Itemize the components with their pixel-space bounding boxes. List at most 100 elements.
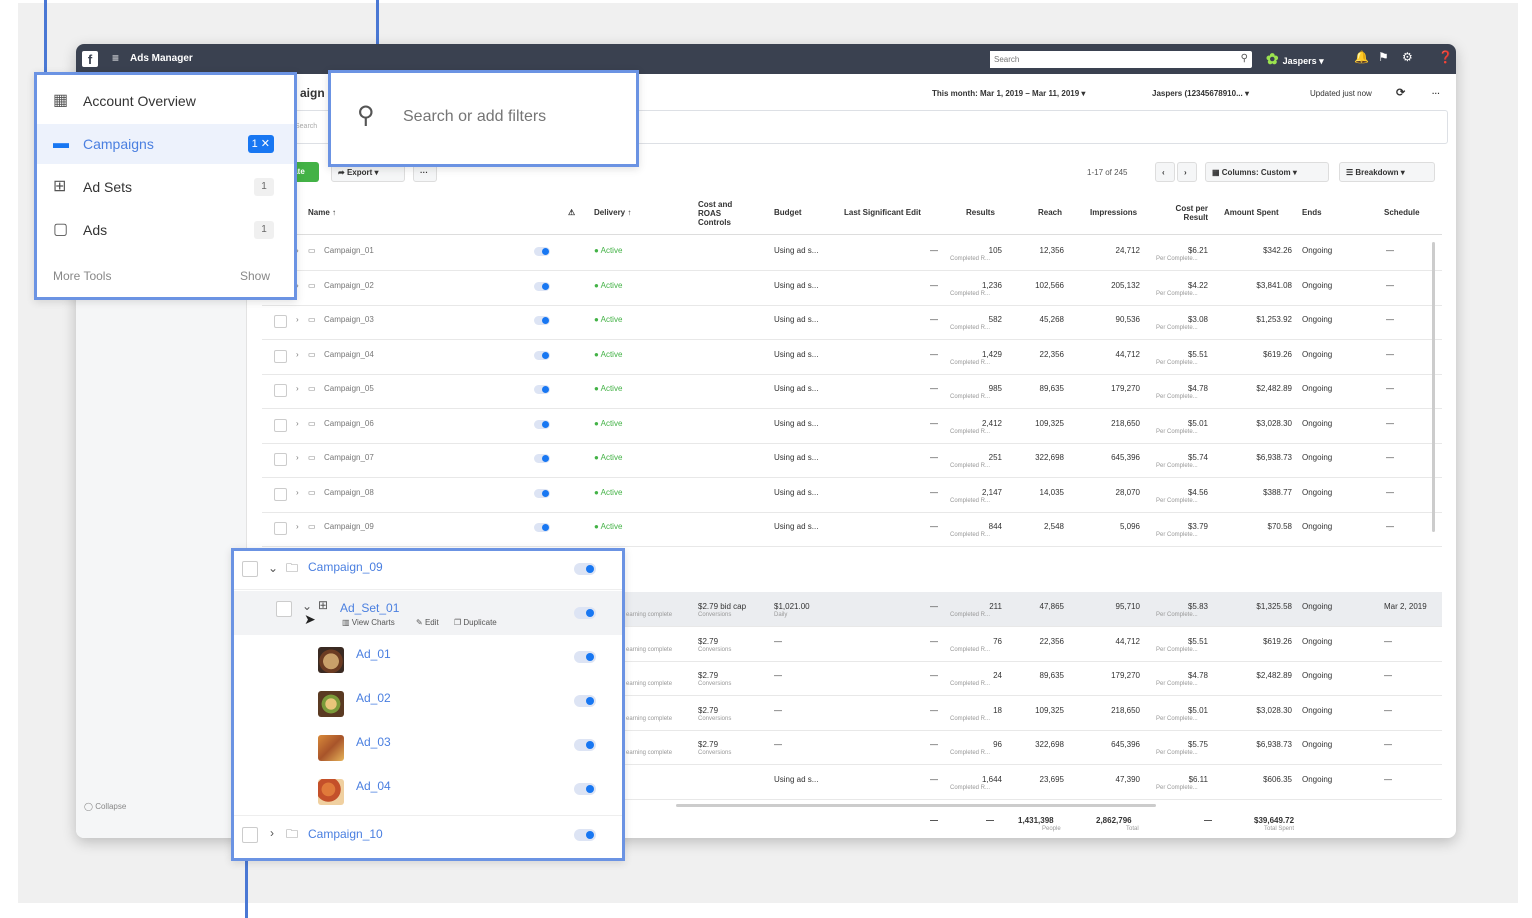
- campaign-toggle[interactable]: [534, 385, 550, 394]
- campaign-09-checkbox[interactable]: [242, 561, 258, 577]
- campaign-name[interactable]: Campaign_02: [324, 281, 374, 290]
- campaign-name[interactable]: Campaign_01: [324, 246, 374, 255]
- flag-icon[interactable]: ⚑: [1378, 50, 1389, 64]
- chevron-right-icon[interactable]: ›: [296, 453, 299, 462]
- gear-icon[interactable]: ⚙: [1402, 50, 1413, 64]
- col-header-budget[interactable]: Budget: [774, 208, 802, 217]
- edit-link[interactable]: ✎ Edit: [416, 618, 439, 627]
- more-options-icon[interactable]: ···: [1432, 89, 1440, 98]
- row-checkbox[interactable]: [274, 384, 287, 397]
- refresh-icon[interactable]: ⟳: [1396, 86, 1405, 99]
- ad-01-toggle[interactable]: [574, 651, 596, 663]
- row-checkbox[interactable]: [274, 453, 287, 466]
- col-header-impressions[interactable]: Impressions: [1090, 208, 1137, 217]
- nav-item-campaigns[interactable]: ▬ Campaigns 1 ✕: [37, 124, 294, 164]
- bell-icon[interactable]: 🔔: [1354, 50, 1369, 64]
- table-row[interactable]: › ▭ Campaign_03 ● Active Using ad s... — 582 Co…: [262, 305, 1442, 340]
- tree-row-ad-04[interactable]: Ad_04: [234, 771, 622, 816]
- horizontal-scrollbar[interactable]: [676, 804, 1156, 807]
- ad-04-name[interactable]: Ad_04: [356, 779, 391, 793]
- ad-set-01-checkbox[interactable]: [276, 601, 292, 617]
- campaign-toggle[interactable]: [534, 350, 550, 360]
- campaign-toggle[interactable]: [534, 419, 550, 429]
- ad-03-name[interactable]: Ad_03: [356, 735, 391, 749]
- account-switcher[interactable]: ✿ Jaspers ▾: [1266, 50, 1324, 68]
- table-row[interactable]: › ▭ Campaign_02 ● Active Using ad s... —1,236…: [262, 271, 1442, 306]
- campaign-name[interactable]: Campaign_03: [324, 315, 374, 324]
- breakdown-button[interactable]: ☰ Breakdown ▾: [1339, 162, 1435, 182]
- chevron-down-icon[interactable]: ⌄: [268, 561, 278, 575]
- tree-row-campaign-09[interactable]: ⌄ 🗀 Campaign_09: [234, 551, 622, 590]
- collapse-button[interactable]: ◯ Collapse: [84, 802, 126, 811]
- show-more-tools-link[interactable]: Show: [240, 269, 270, 283]
- row-checkbox[interactable]: [274, 487, 287, 501]
- campaign-toggle[interactable]: [534, 454, 550, 463]
- campaign-name[interactable]: Campaign_07: [324, 453, 374, 462]
- tree-row-ad-01[interactable]: Ad_01: [234, 639, 622, 683]
- tree-row-campaign-10[interactable]: › 🗀 Campaign_10: [234, 819, 622, 857]
- col-header-cost-per-result[interactable]: Cost per Result: [1168, 204, 1208, 222]
- campaign-10-name[interactable]: Campaign_10: [308, 827, 383, 841]
- row-checkbox[interactable]: [274, 418, 287, 432]
- chevron-right-icon[interactable]: ›: [296, 522, 299, 531]
- view-charts-link[interactable]: ▥ View Charts: [342, 618, 395, 627]
- search-icon[interactable]: ⚲: [1241, 53, 1248, 64]
- columns-button[interactable]: ▦ Columns: Custom ▾: [1205, 162, 1329, 182]
- col-header-results[interactable]: Results: [966, 208, 995, 217]
- ad-02-name[interactable]: Ad_02: [356, 691, 391, 705]
- campaign-09-name[interactable]: Campaign_09: [308, 560, 383, 574]
- prev-page-button[interactable]: ‹: [1155, 162, 1175, 182]
- chevron-right-icon[interactable]: ›: [296, 419, 299, 428]
- campaign-toggle[interactable]: [534, 247, 550, 256]
- row-checkbox[interactable]: [274, 522, 287, 535]
- col-header-cost-roas[interactable]: Cost and ROAS Controls: [698, 200, 746, 227]
- campaign-09-toggle[interactable]: [574, 563, 596, 575]
- tree-row-ad-set-01[interactable]: ⌄ ⊞ Ad_Set_01 ➤ ▥ View Charts ✎ Edit ❐ D…: [234, 591, 622, 635]
- tree-row-ad-03[interactable]: Ad_03: [234, 727, 622, 771]
- table-row[interactable]: › ▭ Campaign_06 ● Active Using ad s... — 2,412…: [262, 409, 1442, 444]
- table-row[interactable]: › ▭ Campaign_05 ● Active Using ad s... — 985 Co…: [262, 374, 1442, 409]
- campaign-toggle[interactable]: [534, 488, 550, 498]
- campaign-name[interactable]: Campaign_09: [324, 522, 374, 531]
- row-checkbox[interactable]: [274, 349, 287, 363]
- chevron-right-icon[interactable]: ›: [296, 315, 299, 324]
- nav-item-ads[interactable]: ▢ Ads 1: [37, 210, 294, 250]
- ad-03-toggle[interactable]: [574, 739, 596, 751]
- campaign-name[interactable]: Campaign_05: [324, 384, 374, 393]
- campaign-toggle[interactable]: [534, 316, 550, 325]
- ad-04-toggle[interactable]: [574, 783, 596, 795]
- table-row[interactable]: › ▭ Campaign_09 ● Active Using ad s... — 844 Co…: [262, 512, 1442, 547]
- campaign-name[interactable]: Campaign_06: [324, 419, 374, 428]
- col-header-ends[interactable]: Ends: [1302, 208, 1322, 217]
- ad-02-toggle[interactable]: [574, 695, 596, 707]
- campaign-10-toggle[interactable]: [574, 829, 596, 841]
- chevron-right-icon[interactable]: ›: [296, 350, 299, 359]
- duplicate-link[interactable]: ❐ Duplicate: [454, 618, 497, 627]
- col-header-delivery[interactable]: Delivery ↑: [594, 208, 631, 217]
- help-icon[interactable]: ❓: [1438, 50, 1453, 64]
- chevron-right-icon[interactable]: ›: [296, 488, 299, 497]
- ad-set-01-name[interactable]: Ad_Set_01: [340, 601, 399, 615]
- chevron-right-icon[interactable]: ›: [296, 384, 299, 393]
- top-search-input[interactable]: [990, 51, 1216, 68]
- col-header-schedule[interactable]: Schedule: [1384, 208, 1420, 217]
- col-header-reach[interactable]: Reach: [1038, 208, 1062, 217]
- campaign-10-checkbox[interactable]: [242, 827, 258, 843]
- chevron-right-icon[interactable]: ›: [270, 826, 274, 840]
- campaign-name[interactable]: Campaign_04: [324, 350, 374, 359]
- campaigns-selected-badge[interactable]: 1 ✕: [247, 135, 274, 153]
- tree-row-ad-02[interactable]: Ad_02: [234, 683, 622, 727]
- ad-set-01-toggle[interactable]: [574, 607, 596, 619]
- col-header-name[interactable]: Name ↑: [308, 208, 336, 217]
- next-page-button[interactable]: ›: [1177, 162, 1197, 182]
- search-filters-input[interactable]: [401, 107, 625, 127]
- table-row[interactable]: › ▭ Campaign_07 ● Active Using ad s... — 251 Co…: [262, 443, 1442, 478]
- table-row[interactable]: › ▭ Campaign_01 ● Active Using ad s... —105 Co…: [262, 236, 1442, 271]
- col-header-last-edit[interactable]: Last Significant Edit: [844, 208, 921, 217]
- ad-01-name[interactable]: Ad_01: [356, 647, 391, 661]
- menu-icon[interactable]: ≡: [112, 51, 119, 65]
- campaign-toggle[interactable]: [534, 523, 550, 532]
- row-checkbox[interactable]: [274, 315, 287, 328]
- date-range-picker[interactable]: This month: Mar 1, 2019 – Mar 11, 2019 ▾: [932, 89, 1085, 98]
- col-header-amount-spent[interactable]: Amount Spent: [1224, 208, 1279, 217]
